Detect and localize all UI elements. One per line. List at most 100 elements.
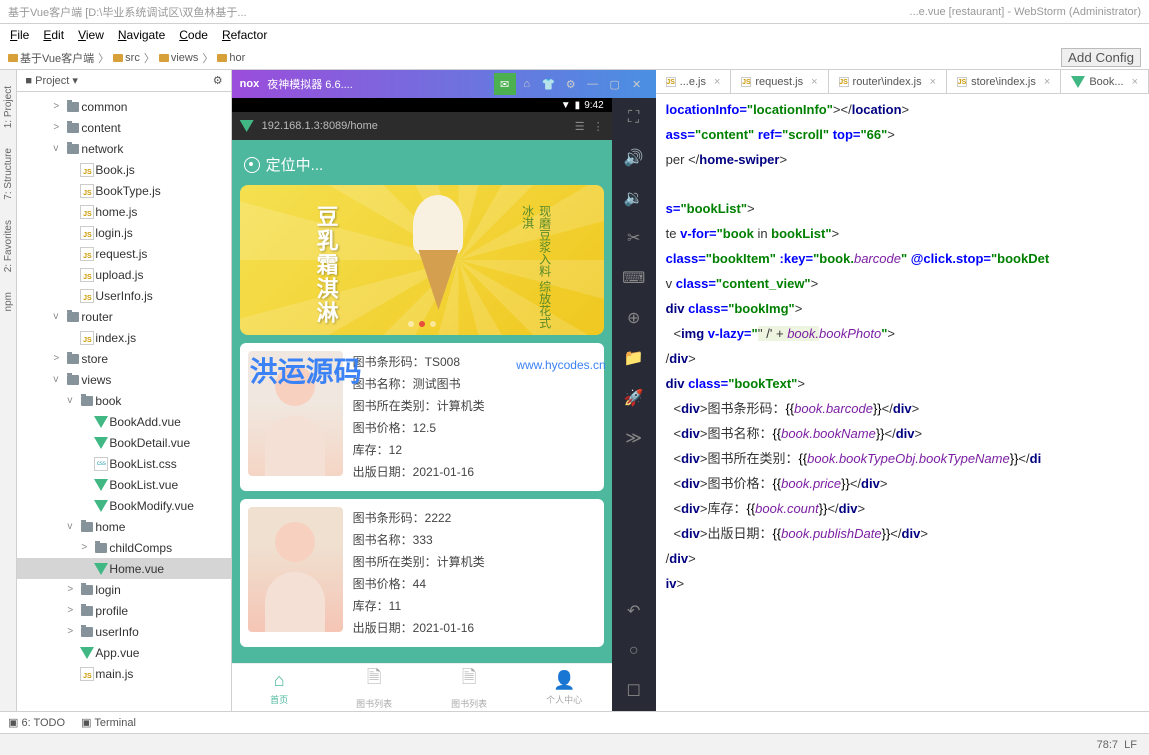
tab-图书列表[interactable]: 🗎图书列表 bbox=[327, 664, 422, 711]
cursor-position: 78:7 bbox=[1097, 739, 1118, 751]
gutter-structure-tab[interactable]: 7: Structure bbox=[1, 140, 16, 208]
maximize-icon[interactable]: ▢ bbox=[604, 73, 626, 95]
gutter-npm-tab[interactable]: npm bbox=[1, 284, 16, 319]
terminal-tab[interactable]: ▣ Terminal bbox=[81, 716, 136, 729]
gutter-favorites-tab[interactable]: 2: Favorites bbox=[1, 212, 16, 280]
tree-node-BookType.js[interactable]: JSBookType.js bbox=[17, 180, 230, 201]
line-ending: LF bbox=[1124, 739, 1137, 751]
breadcrumb: 基于Vue客户端 〉 src 〉 views 〉 hor Add Config bbox=[0, 46, 1149, 70]
todo-tab[interactable]: ▣ 6: TODO bbox=[8, 716, 65, 729]
more-icon[interactable]: ≫ bbox=[612, 418, 656, 458]
tree-node-home[interactable]: vhome bbox=[17, 516, 230, 537]
tree-node-index.js[interactable]: JSindex.js bbox=[17, 327, 230, 348]
emulator-title: 夜神模拟器 6.6.... bbox=[267, 76, 493, 92]
crumb-root[interactable]: 基于Vue客户端 bbox=[8, 50, 94, 66]
tree-node-views[interactable]: vviews bbox=[17, 369, 230, 390]
tree-node-BookList.css[interactable]: cssBookList.css bbox=[17, 453, 230, 474]
tab-首页[interactable]: ⌂首页 bbox=[232, 664, 327, 711]
tree-node-upload.js[interactable]: JSupload.js bbox=[17, 264, 230, 285]
keys-icon[interactable]: ⌨ bbox=[612, 258, 656, 298]
home-icon[interactable]: ⌂ bbox=[516, 73, 538, 95]
tree-node-userInfo[interactable]: >userInfo bbox=[17, 621, 230, 642]
tab-个人中心[interactable]: 👤个人中心 bbox=[517, 664, 612, 711]
menu-icon[interactable]: ☰ bbox=[575, 120, 585, 133]
window-title-right: ...e.vue [restaurant] - WebStorm (Admini… bbox=[910, 6, 1141, 18]
tree-node-main.js[interactable]: JSmain.js bbox=[17, 663, 230, 684]
more-icon[interactable]: ⋮ bbox=[593, 120, 604, 133]
back-icon[interactable]: ↶ bbox=[612, 591, 656, 631]
folder-icon[interactable]: 📁 bbox=[612, 338, 656, 378]
tree-node-Home.vue[interactable]: Home.vue bbox=[17, 558, 230, 579]
tree-node-BookModify.vue[interactable]: BookModify.vue bbox=[17, 495, 230, 516]
crumb-src[interactable]: src bbox=[113, 52, 140, 64]
left-gutter: 1: Project 7: Structure 2: Favorites npm bbox=[0, 70, 17, 711]
menu-navigate[interactable]: Navigate bbox=[112, 26, 171, 44]
tree-node-content[interactable]: >content bbox=[17, 117, 230, 138]
url-bar[interactable]: 192.168.1.3:8089/home ☰ ⋮ bbox=[232, 112, 612, 140]
tree-node-router[interactable]: vrouter bbox=[17, 306, 230, 327]
tree-node-login[interactable]: >login bbox=[17, 579, 230, 600]
banner-subtext: 现磨豆浆入料 综放花式冰淇 bbox=[520, 205, 554, 335]
gutter-project-tab[interactable]: 1: Project bbox=[1, 78, 16, 136]
editor-tab-store\index.js[interactable]: JSstore\index.js× bbox=[947, 70, 1061, 93]
swiper-banner[interactable]: 豆乳霜淇淋 现磨豆浆入料 综放花式冰淇 bbox=[240, 185, 604, 335]
menu-refactor[interactable]: Refactor bbox=[216, 26, 273, 44]
menu-file[interactable]: File bbox=[4, 26, 35, 44]
recents-icon[interactable]: ☐ bbox=[612, 671, 656, 711]
crumb-home[interactable]: hor bbox=[217, 52, 245, 64]
editor-tab-router\index.js[interactable]: JSrouter\index.js× bbox=[829, 70, 948, 93]
menu-code[interactable]: Code bbox=[173, 26, 214, 44]
gear-icon[interactable]: ⚙ bbox=[213, 74, 223, 87]
emulator-titlebar[interactable]: nox 夜神模拟器 6.6.... ✉ ⌂ 👕 ⚙ — ▢ ✕ bbox=[232, 70, 656, 98]
tree-node-UserInfo.js[interactable]: JSUserInfo.js bbox=[17, 285, 230, 306]
tree-node-request.js[interactable]: JSrequest.js bbox=[17, 243, 230, 264]
tree-node-book[interactable]: vbook bbox=[17, 390, 230, 411]
scissors-icon[interactable]: ✂ bbox=[612, 218, 656, 258]
tree-node-profile[interactable]: >profile bbox=[17, 600, 230, 621]
code-area[interactable]: locationInfo="locationInfo"></location> … bbox=[656, 94, 1149, 711]
tree-node-BookAdd.vue[interactable]: BookAdd.vue bbox=[17, 411, 230, 432]
crumb-views[interactable]: views bbox=[159, 52, 199, 64]
editor-tab-Book...[interactable]: Book...× bbox=[1061, 70, 1149, 93]
rocket-icon[interactable]: 🚀 bbox=[612, 378, 656, 418]
tree-node-BookList.vue[interactable]: BookList.vue bbox=[17, 474, 230, 495]
tree-node-login.js[interactable]: JSlogin.js bbox=[17, 222, 230, 243]
book-card[interactable]: 图书条形码：2222图书名称：333图书所在类别：计算机类 图书价格：44库存：… bbox=[240, 499, 604, 647]
tree-node-childComps[interactable]: >childComps bbox=[17, 537, 230, 558]
book-image bbox=[248, 351, 343, 476]
project-label: ■ Project ▾ bbox=[25, 74, 78, 87]
status-bar: 78:7 LF bbox=[0, 733, 1149, 755]
add-config-button[interactable]: Add Config bbox=[1061, 48, 1141, 67]
tree-node-App.vue[interactable]: App.vue bbox=[17, 642, 230, 663]
tree-node-common[interactable]: >common bbox=[17, 96, 230, 117]
tab-图书列表[interactable]: 🗎图书列表 bbox=[422, 664, 517, 711]
close-icon[interactable]: ✕ bbox=[626, 73, 648, 95]
home-icon[interactable]: ○ bbox=[612, 631, 656, 671]
mail-icon[interactable]: ✉ bbox=[494, 73, 516, 95]
tree-node-BookDetail.vue[interactable]: BookDetail.vue bbox=[17, 432, 230, 453]
project-tree[interactable]: >common>contentvnetworkJSBook.jsJSBookTy… bbox=[17, 92, 230, 711]
editor-tab-...e.js[interactable]: JS...e.js× bbox=[656, 70, 732, 93]
tree-node-store[interactable]: >store bbox=[17, 348, 230, 369]
tree-node-home.js[interactable]: JShome.js bbox=[17, 201, 230, 222]
volume-down-icon[interactable]: 🔉 bbox=[612, 178, 656, 218]
tree-node-network[interactable]: vnetwork bbox=[17, 138, 230, 159]
menu-edit[interactable]: Edit bbox=[37, 26, 70, 44]
shirt-icon[interactable]: 👕 bbox=[538, 73, 560, 95]
menu-view[interactable]: View bbox=[72, 26, 110, 44]
gear-icon[interactable]: ⚙ bbox=[560, 73, 582, 95]
add-apk-icon[interactable]: ⊕ bbox=[612, 298, 656, 338]
project-header: ■ Project ▾ ⚙ bbox=[17, 70, 230, 92]
tree-node-Book.js[interactable]: JSBook.js bbox=[17, 159, 230, 180]
code-editor: JS...e.js×JSrequest.js×JSrouter\index.js… bbox=[656, 70, 1149, 711]
app-content[interactable]: 定位中... 豆乳霜淇淋 现磨豆浆入料 综放花式冰淇 洪运源码 www.hyco… bbox=[232, 140, 612, 663]
fullscreen-icon[interactable]: ⛶ bbox=[612, 98, 656, 138]
volume-up-icon[interactable]: 🔊 bbox=[612, 138, 656, 178]
minimize-icon[interactable]: — bbox=[582, 73, 604, 95]
editor-tab-request.js[interactable]: JSrequest.js× bbox=[731, 70, 828, 93]
window-titlebar: 基于Vue客户端 [D:\毕业系统调试区\双鱼林基于... ...e.vue [… bbox=[0, 0, 1149, 24]
menu-bar: File Edit View Navigate Code Refactor bbox=[0, 24, 1149, 46]
emulator-window: nox 夜神模拟器 6.6.... ✉ ⌂ 👕 ⚙ — ▢ ✕ ▼ ▮ 9:42… bbox=[232, 70, 656, 711]
wifi-icon: ▼ bbox=[561, 100, 571, 111]
location-row[interactable]: 定位中... bbox=[240, 148, 604, 185]
